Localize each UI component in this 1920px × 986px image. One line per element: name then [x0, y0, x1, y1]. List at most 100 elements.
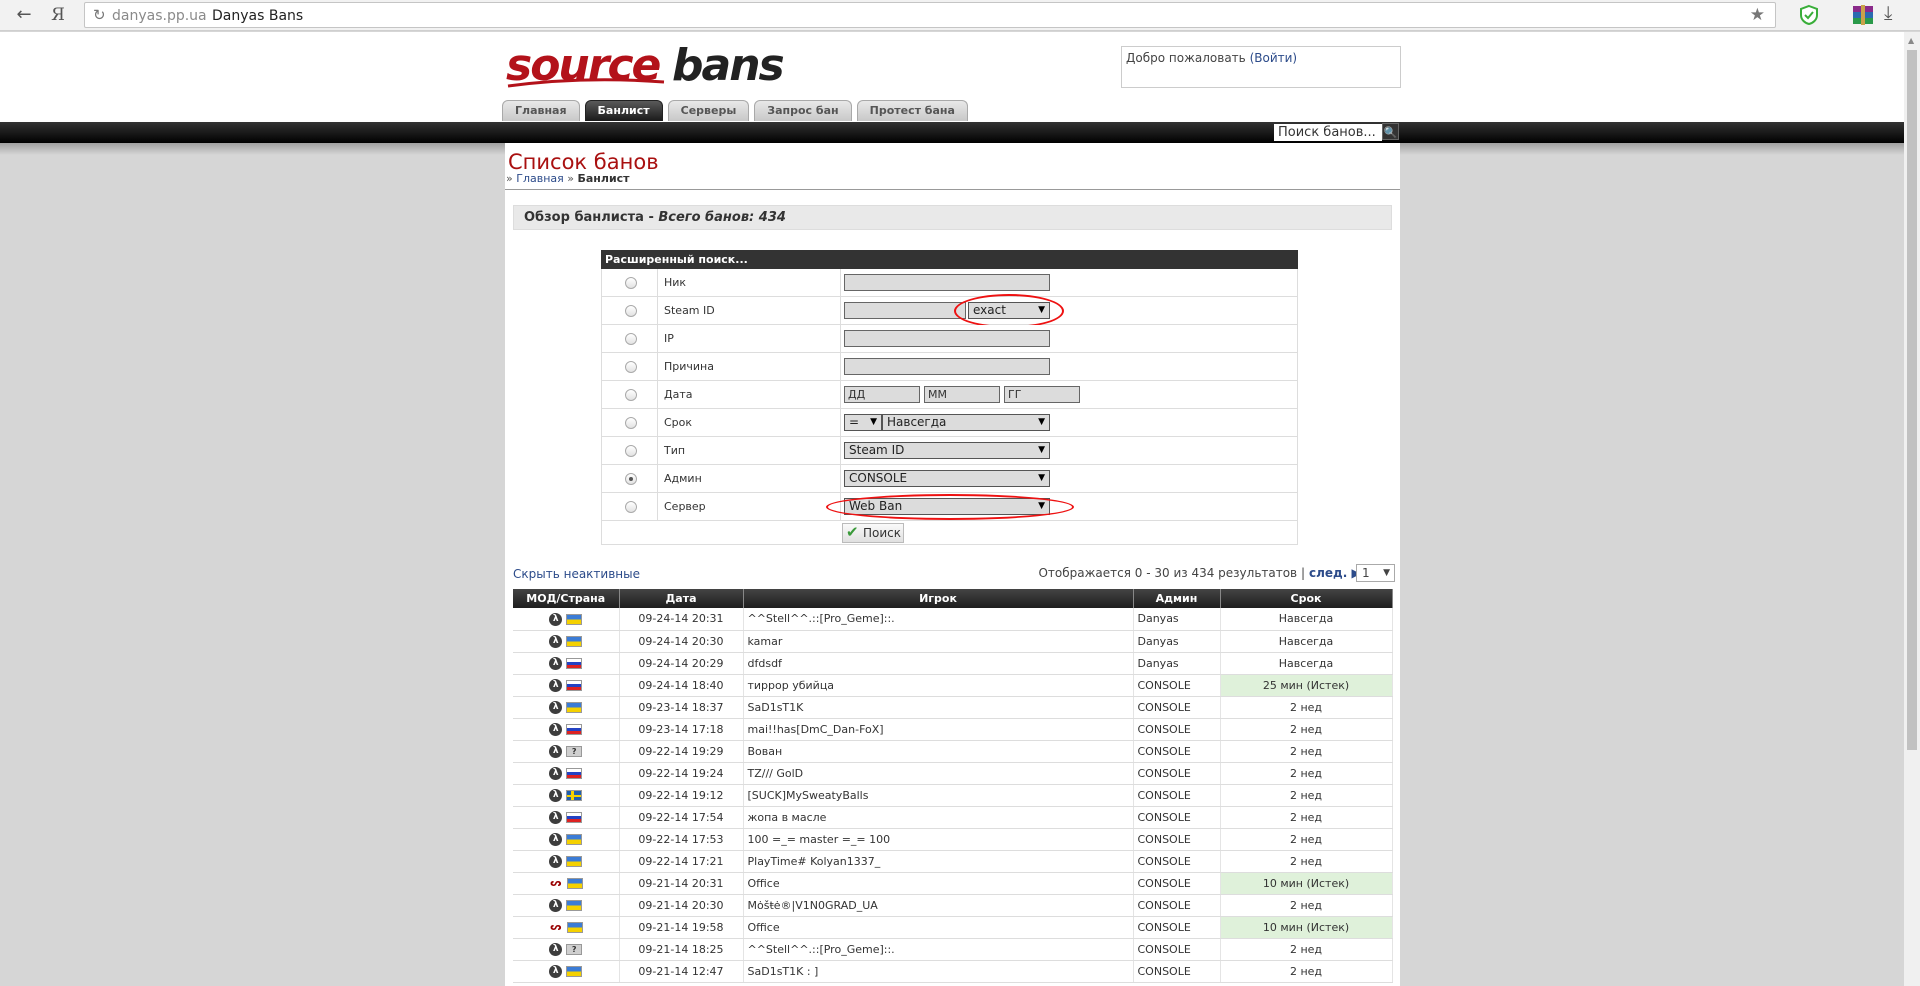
protect-shield-icon[interactable] [1798, 4, 1820, 26]
radio-nick[interactable] [625, 277, 637, 289]
flag-russia-icon [566, 767, 583, 779]
mod-country-cell: ᔕ [513, 916, 620, 939]
column-header[interactable]: Админ [1133, 589, 1221, 608]
main-tabs: Главная Банлист Серверы Запрос бан Проте… [502, 100, 973, 122]
back-arrow-icon[interactable]: ← [12, 4, 36, 26]
table-row[interactable]: λ 09-22-14 17:54 жопа в масле CONSOLE 2 нед [513, 806, 1393, 829]
ban-list-table: МОД/Страна Дата Игрок Админ Срок λ 09-24-… [513, 589, 1393, 983]
date-cell: 09-21-14 12:47 [619, 960, 744, 983]
breadcrumb-separator: » [567, 172, 574, 185]
table-row[interactable]: λ 09-21-14 12:47 SaD1sT1K : ] CONSOLE 2 нед [513, 960, 1393, 983]
length-select[interactable]: Навсегда ▼ [882, 414, 1050, 431]
column-header[interactable]: МОД/Страна [513, 589, 620, 608]
length-operator-select[interactable]: = ▼ [844, 414, 882, 431]
table-row[interactable]: λ 09-22-14 19:24 TZ/// GolD CONSOLE 2 нед [513, 762, 1393, 785]
table-header-row: МОД/Страна Дата Игрок Админ Срок [513, 589, 1393, 608]
reason-input[interactable] [844, 358, 1050, 375]
nick-input[interactable] [844, 274, 1050, 291]
red-highlight-ellipse [826, 494, 1074, 520]
admin-select[interactable]: CONSOLE ▼ [844, 470, 1050, 487]
radio-length[interactable] [625, 417, 637, 429]
radio-server[interactable] [625, 501, 637, 513]
mod-country-cell: λ [513, 960, 620, 983]
table-row[interactable]: λ 09-24-14 18:40 тиррор убийца CONSOLE 25 ми… [513, 674, 1393, 697]
table-row[interactable]: λ 09-22-14 17:53 100 =_= master =_= 100 CON… [513, 828, 1393, 851]
table-row[interactable]: ᔕ 09-21-14 20:31 Office CONSOLE 10 мин (Исте… [513, 872, 1393, 895]
table-row[interactable]: λ 09-24-14 20:31 ^^Stell^^.::[Pro_Geme]::.… [513, 608, 1393, 631]
bookmark-star-icon[interactable]: ★ [1750, 5, 1765, 25]
scroll-up-icon[interactable]: ▲ [1908, 36, 1914, 45]
table-row[interactable]: λ 09-22-14 17:21 PlayTime# Kolyan1337_ CONS… [513, 850, 1393, 873]
address-page-title: Danyas Bans [212, 8, 304, 24]
page-select[interactable]: 1 ▼ [1356, 564, 1395, 582]
ban-search-input[interactable]: Поиск банов... [1274, 124, 1382, 141]
column-header[interactable]: Игрок [743, 589, 1134, 608]
admin-cell: CONSOLE [1133, 718, 1221, 741]
table-row[interactable]: λ 09-22-14 19:12 [SUCK]MySweatyBalls CONSOL… [513, 784, 1393, 807]
advanced-search-header[interactable]: Расширенный поиск... [601, 250, 1298, 269]
player-cell: жопа в масле [743, 806, 1134, 829]
table-row[interactable]: λ? 09-22-14 19:29 Вован CONSOLE 2 нед [513, 740, 1393, 763]
table-row[interactable]: λ 09-24-14 20:29 dfdsdf Danyas Навсегда [513, 652, 1393, 675]
type-select[interactable]: Steam ID ▼ [844, 442, 1050, 459]
download-icon[interactable]: ⤓ [1884, 2, 1892, 24]
radio-type[interactable] [625, 445, 637, 457]
column-header[interactable]: Дата [619, 589, 744, 608]
search-submit-button[interactable]: ✔ Поиск [842, 523, 904, 543]
table-row[interactable]: λ 09-21-14 20:30 Mȯšŧė®|V1N0GRAD_UA CONSOLE… [513, 894, 1393, 917]
table-row[interactable]: λ? 09-21-14 18:25 ^^Stell^^.::[Pro_Geme]::… [513, 938, 1393, 961]
mod-halflife-icon: λ [549, 854, 563, 868]
table-row[interactable]: λ 09-23-14 17:18 mai!!has[DmC_Dan-FoX] CONS… [513, 718, 1393, 741]
flag-russia-icon [566, 657, 583, 669]
scrollbar-thumb[interactable] [1907, 50, 1917, 750]
column-header[interactable]: Срок [1220, 589, 1393, 608]
search-icon[interactable]: 🔍 [1382, 123, 1399, 140]
tab-servers[interactable]: Серверы [667, 100, 750, 121]
length-cell: Навсегда [1220, 630, 1393, 653]
date-day-input[interactable]: ДД [844, 386, 920, 403]
date-month-input[interactable]: ММ [924, 386, 1000, 403]
address-bar[interactable]: ↻ danyas.pp.ua Danyas Bans ★ [84, 2, 1776, 28]
adv-row-type: Тип Steam ID ▼ [601, 437, 1298, 465]
date-cell: 09-21-14 18:25 [619, 938, 744, 961]
admin-cell: CONSOLE [1133, 806, 1221, 829]
ip-input[interactable] [844, 330, 1050, 347]
table-row[interactable]: λ 09-24-14 20:30 kamar Danyas Навсегда [513, 630, 1393, 653]
radio-steamid[interactable] [625, 305, 637, 317]
flag-russia-icon [566, 679, 583, 691]
login-link[interactable]: (Войти) [1250, 51, 1298, 65]
mod-halflife-icon: λ [549, 942, 563, 956]
yandex-button[interactable]: Я [46, 4, 70, 26]
player-cell: kamar [743, 630, 1134, 653]
table-row[interactable]: λ 09-23-14 18:37 SaD1sT1K CONSOLE 2 нед [513, 696, 1393, 719]
length-cell: 2 нед [1220, 718, 1393, 741]
radio-admin[interactable] [625, 473, 637, 485]
mod-country-cell: ᔕ [513, 872, 620, 895]
radio-reason[interactable] [625, 361, 637, 373]
table-row[interactable]: ᔕ 09-21-14 19:58 Office CONSOLE 10 мин (Исте… [513, 916, 1393, 939]
player-cell: тиррор убийца [743, 674, 1134, 697]
chevron-down-icon: ▼ [1038, 445, 1045, 455]
label-server: Сервер [659, 493, 841, 520]
date-year-input[interactable]: ГГ [1004, 386, 1080, 403]
next-page-link[interactable]: след. ▶ [1309, 563, 1361, 583]
adv-submit-row: ✔ Поиск [601, 521, 1298, 545]
main-content: Список банов » Главная » Банлист Обзор б… [505, 143, 1400, 986]
reload-icon[interactable]: ↻ [93, 6, 106, 24]
page-title: Список банов [508, 150, 659, 174]
radio-ip[interactable] [625, 333, 637, 345]
breadcrumb-home-link[interactable]: Главная [516, 172, 564, 185]
tab-ban-protest[interactable]: Протест бана [856, 100, 968, 121]
radio-date[interactable] [625, 389, 637, 401]
tab-home[interactable]: Главная [502, 100, 580, 121]
tab-ban-request[interactable]: Запрос бан [754, 100, 852, 121]
steamid-input[interactable] [844, 302, 966, 319]
sourcebans-logo[interactable]: source bans [504, 42, 822, 92]
admin-cell: CONSOLE [1133, 784, 1221, 807]
tab-banlist[interactable]: Банлист [584, 100, 663, 121]
breadcrumb-current: Банлист [577, 172, 630, 185]
mod-country-cell: λ [513, 762, 620, 785]
page-scrollbar[interactable]: ▲ [1904, 32, 1920, 986]
hide-inactive-link[interactable]: Скрыть неактивные [513, 567, 640, 581]
winrar-extension-icon[interactable] [1852, 5, 1874, 25]
